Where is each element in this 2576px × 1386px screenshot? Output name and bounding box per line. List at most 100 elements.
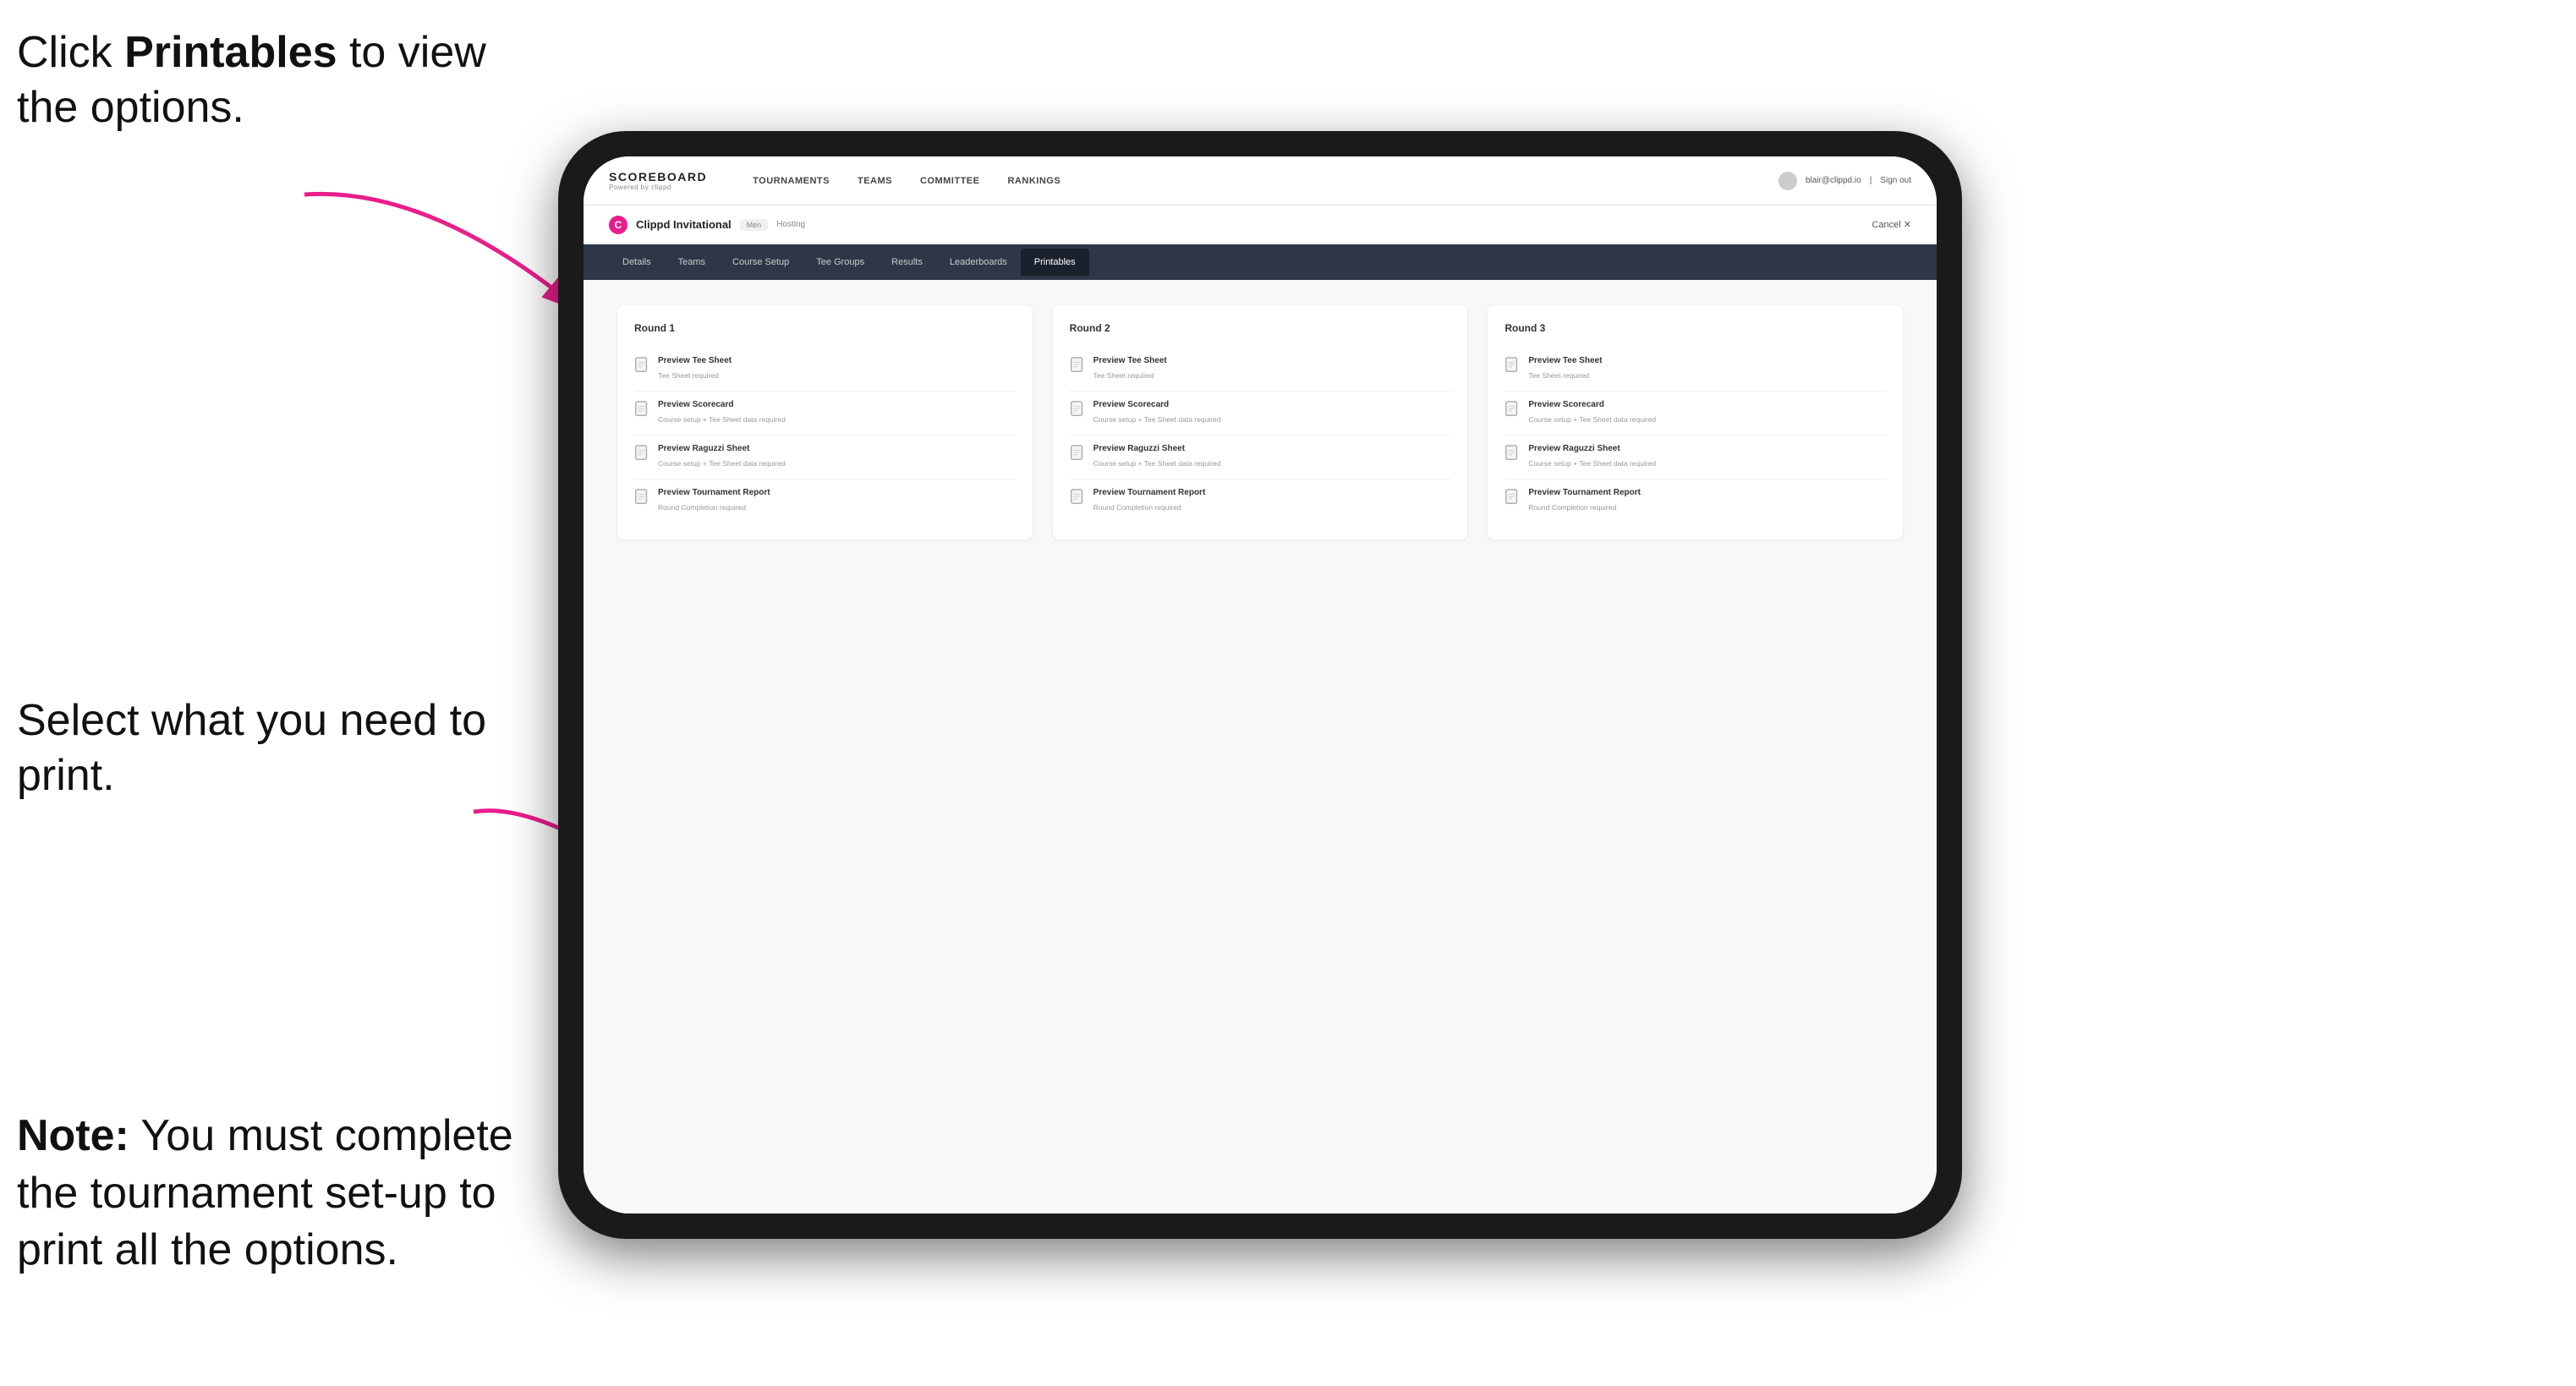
round3-scorecard-label: Preview Scorecard — [1528, 400, 1656, 409]
round2-report-note: Round Completion required — [1093, 503, 1181, 512]
round2-raguzzi[interactable]: Preview Raguzzi Sheet Course setup + Tee… — [1070, 436, 1451, 479]
nav-committee[interactable]: COMMITTEE — [908, 171, 992, 191]
document-icon — [1504, 357, 1520, 374]
round3-raguzzi-label: Preview Raguzzi Sheet — [1528, 444, 1656, 453]
main-content: Round 1 Preview Tee Sheet Tee Sheet requ… — [584, 280, 1937, 1213]
tablet-screen: SCOREBOARD Powered by clippd TOURNAMENTS… — [584, 156, 1937, 1213]
document-icon — [1504, 489, 1520, 506]
round1-report-note: Round Completion required — [658, 503, 746, 512]
round2-raguzzi-label: Preview Raguzzi Sheet — [1093, 444, 1221, 453]
round3-tournament-report[interactable]: Preview Tournament Report Round Completi… — [1504, 479, 1886, 523]
round2-tee-sheet[interactable]: Preview Tee Sheet Tee Sheet required — [1070, 348, 1451, 392]
round1-tee-sheet-text: Preview Tee Sheet Tee Sheet required — [658, 356, 732, 382]
round-1-section: Round 1 Preview Tee Sheet Tee Sheet requ… — [617, 305, 1033, 540]
nav-teams[interactable]: TEAMS — [846, 171, 904, 191]
tab-results[interactable]: Results — [878, 249, 936, 276]
round1-scorecard-text: Preview Scorecard Course setup + Tee She… — [658, 400, 786, 426]
tab-course-setup[interactable]: Course Setup — [719, 249, 803, 276]
round2-report-label: Preview Tournament Report — [1093, 488, 1206, 497]
round1-report-label: Preview Tournament Report — [658, 488, 770, 497]
round2-scorecard-label: Preview Scorecard — [1093, 400, 1221, 409]
sub-nav: Details Teams Course Setup Tee Groups Re… — [584, 244, 1937, 280]
nav-tournaments[interactable]: TOURNAMENTS — [741, 171, 841, 191]
round3-raguzzi[interactable]: Preview Raguzzi Sheet Course setup + Tee… — [1504, 436, 1886, 479]
instruction-bottom: Note: You must complete the tournament s… — [17, 1108, 524, 1279]
round3-tee-sheet-note: Tee Sheet required — [1528, 371, 1589, 380]
round3-tee-sheet-text: Preview Tee Sheet Tee Sheet required — [1528, 356, 1602, 382]
round3-scorecard[interactable]: Preview Scorecard Course setup + Tee She… — [1504, 392, 1886, 436]
nav-links: TOURNAMENTS TEAMS COMMITTEE RANKINGS — [741, 171, 1779, 191]
instruction-middle-text: Select what you need to print. — [17, 696, 486, 800]
tab-leaderboards[interactable]: Leaderboards — [936, 249, 1021, 276]
round1-scorecard[interactable]: Preview Scorecard Course setup + Tee She… — [634, 392, 1016, 436]
document-icon — [1070, 357, 1085, 374]
round1-scorecard-note: Course setup + Tee Sheet data required — [658, 415, 786, 424]
brand-title: SCOREBOARD — [609, 170, 707, 184]
nav-rankings[interactable]: RANKINGS — [995, 171, 1072, 191]
round1-tee-sheet[interactable]: Preview Tee Sheet Tee Sheet required — [634, 348, 1016, 392]
round2-tee-sheet-text: Preview Tee Sheet Tee Sheet required — [1093, 356, 1167, 382]
round1-scorecard-label: Preview Scorecard — [658, 400, 786, 409]
document-icon — [634, 401, 649, 418]
tab-teams[interactable]: Teams — [665, 249, 719, 276]
round1-tournament-report[interactable]: Preview Tournament Report Round Completi… — [634, 479, 1016, 523]
round-3-title: Round 3 — [1504, 322, 1886, 334]
round1-report-text: Preview Tournament Report Round Completi… — [658, 488, 770, 514]
round3-scorecard-note: Course setup + Tee Sheet data required — [1528, 415, 1656, 424]
document-icon — [1504, 445, 1520, 462]
round-2-title: Round 2 — [1070, 322, 1451, 334]
user-avatar — [1779, 172, 1797, 190]
tab-printables[interactable]: Printables — [1021, 249, 1089, 276]
document-icon — [1504, 401, 1520, 418]
round2-scorecard-note: Course setup + Tee Sheet data required — [1093, 415, 1221, 424]
instruction-middle: Select what you need to print. — [17, 693, 491, 803]
nav-right: blair@clippd.io | Sign out — [1779, 172, 1911, 190]
document-icon — [634, 357, 649, 374]
instruction-top-bold: Printables — [124, 28, 337, 77]
sign-out-link[interactable]: Sign out — [1880, 176, 1911, 185]
round-2-section: Round 2 Preview Tee Sheet Tee Sheet requ… — [1053, 305, 1468, 540]
round2-raguzzi-text: Preview Raguzzi Sheet Course setup + Tee… — [1093, 444, 1221, 470]
instruction-top: Click Printables to view the options. — [17, 25, 507, 135]
user-email: blair@clippd.io — [1806, 176, 1861, 185]
round1-raguzzi-note: Course setup + Tee Sheet data required — [658, 459, 786, 468]
instruction-bottom-bold: Note: — [17, 1111, 129, 1160]
round3-report-text: Preview Tournament Report Round Completi… — [1528, 488, 1641, 514]
round1-raguzzi-label: Preview Raguzzi Sheet — [658, 444, 786, 453]
document-icon — [1070, 445, 1085, 462]
document-icon — [1070, 489, 1085, 506]
top-nav: SCOREBOARD Powered by clippd TOURNAMENTS… — [584, 156, 1937, 205]
round2-scorecard[interactable]: Preview Scorecard Course setup + Tee She… — [1070, 392, 1451, 436]
tournament-status: Hosting — [776, 220, 805, 229]
round2-scorecard-text: Preview Scorecard Course setup + Tee She… — [1093, 400, 1221, 426]
tab-tee-groups[interactable]: Tee Groups — [803, 249, 878, 276]
brand-sub: Powered by clippd — [609, 184, 707, 191]
round3-tee-sheet[interactable]: Preview Tee Sheet Tee Sheet required — [1504, 348, 1886, 392]
round2-raguzzi-note: Course setup + Tee Sheet data required — [1093, 459, 1221, 468]
tournament-name: Clippd Invitational — [636, 218, 732, 231]
round3-report-label: Preview Tournament Report — [1528, 488, 1641, 497]
round2-tee-sheet-label: Preview Tee Sheet — [1093, 356, 1167, 365]
tablet-device: SCOREBOARD Powered by clippd TOURNAMENTS… — [558, 131, 1962, 1239]
cancel-button[interactable]: Cancel ✕ — [1872, 219, 1911, 230]
round1-tee-sheet-label: Preview Tee Sheet — [658, 356, 732, 365]
round-3-section: Round 3 Preview Tee Sheet Tee Sheet requ… — [1488, 305, 1903, 540]
brand: SCOREBOARD Powered by clippd — [609, 170, 707, 191]
instruction-top-prefix: Click — [17, 28, 124, 77]
rounds-grid: Round 1 Preview Tee Sheet Tee Sheet requ… — [617, 305, 1903, 540]
round3-raguzzi-text: Preview Raguzzi Sheet Course setup + Tee… — [1528, 444, 1656, 470]
document-icon — [1070, 401, 1085, 418]
round2-report-text: Preview Tournament Report Round Completi… — [1093, 488, 1206, 514]
round3-raguzzi-note: Course setup + Tee Sheet data required — [1528, 459, 1656, 468]
tournament-badge: Men — [740, 219, 769, 231]
round2-tournament-report[interactable]: Preview Tournament Report Round Completi… — [1070, 479, 1451, 523]
nav-separator: | — [1870, 176, 1872, 185]
round2-tee-sheet-note: Tee Sheet required — [1093, 371, 1154, 380]
round-1-title: Round 1 — [634, 322, 1016, 334]
tab-details[interactable]: Details — [609, 249, 665, 276]
document-icon — [634, 489, 649, 506]
round3-tee-sheet-label: Preview Tee Sheet — [1528, 356, 1602, 365]
tournament-header: C Clippd Invitational Men Hosting Cancel… — [584, 205, 1937, 244]
round1-raguzzi[interactable]: Preview Raguzzi Sheet Course setup + Tee… — [634, 436, 1016, 479]
round1-raguzzi-text: Preview Raguzzi Sheet Course setup + Tee… — [658, 444, 786, 470]
